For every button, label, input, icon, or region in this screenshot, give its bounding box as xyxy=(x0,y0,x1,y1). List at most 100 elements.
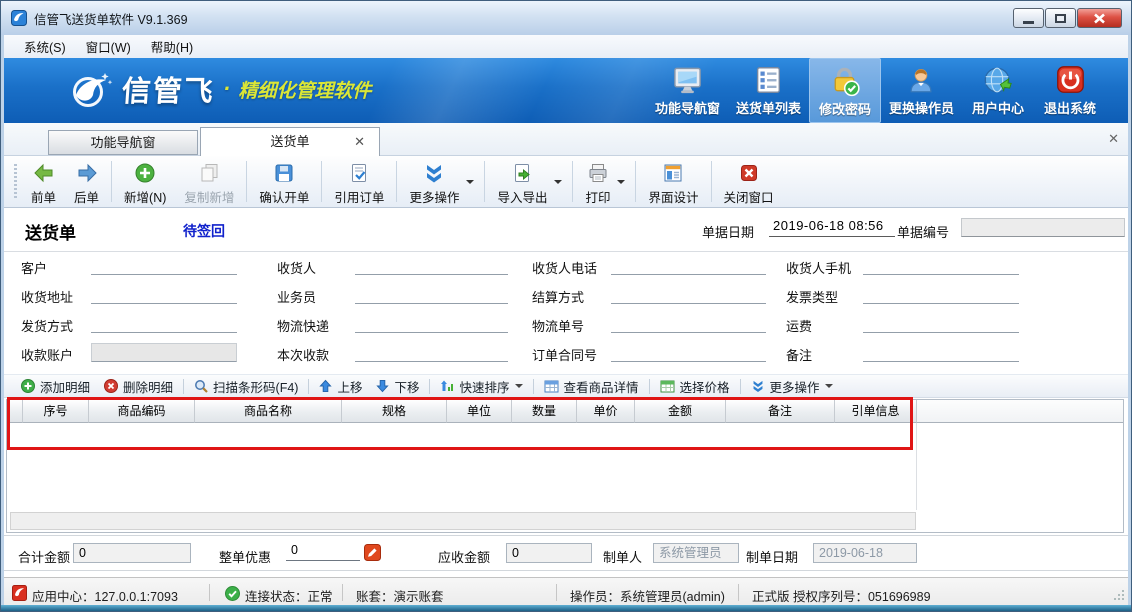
tab-label: 送货单 xyxy=(270,134,309,149)
separator xyxy=(572,161,573,202)
order-contract-field[interactable] xyxy=(611,343,766,362)
tab-label: 功能导航窗 xyxy=(90,135,155,150)
grid-header-cell[interactable]: 单位 xyxy=(447,400,512,423)
add-detail-button[interactable]: 添加明细 xyxy=(14,377,97,396)
tab-close-icon[interactable]: ✕ xyxy=(354,128,365,155)
confirm-order-button[interactable]: 确认开单 xyxy=(250,156,318,207)
grid-header-cell[interactable]: 单价 xyxy=(577,400,635,423)
detail-toolbar: 添加明细 删除明细 扫描条形码(F4) 上移 xyxy=(4,374,1128,398)
next-order-button[interactable]: 后单 xyxy=(65,156,108,207)
menu-help[interactable]: 帮助(H) xyxy=(141,34,203,59)
detail-more-actions-button[interactable]: 更多操作 xyxy=(744,377,840,396)
payment-now-field[interactable] xyxy=(355,343,508,362)
scan-barcode-button[interactable]: 扫描条形码(F4) xyxy=(187,377,305,396)
arrow-up-icon xyxy=(319,379,332,393)
minimize-icon xyxy=(1023,21,1034,24)
arrow-left-icon xyxy=(33,162,55,184)
grid-header-cell[interactable]: 数量 xyxy=(512,400,577,423)
tabbar-close-icon[interactable]: ✕ xyxy=(1108,131,1119,147)
grid-header-cell[interactable]: 商品名称 xyxy=(195,400,342,423)
customer-field[interactable] xyxy=(91,256,237,275)
receiver-mobile-field[interactable] xyxy=(863,256,1019,275)
receiver-field[interactable] xyxy=(355,256,508,275)
dropdown-caret-icon[interactable] xyxy=(466,180,474,188)
close-button[interactable] xyxy=(1077,8,1122,28)
nav-action-label: 退出系统 xyxy=(1044,98,1096,117)
field-label: 收货人手机 xyxy=(786,258,851,277)
dropdown-caret-icon[interactable] xyxy=(617,180,625,188)
minimize-button[interactable] xyxy=(1013,8,1044,28)
edit-discount-button[interactable] xyxy=(364,544,381,561)
grid-columns-right-edge xyxy=(916,423,917,510)
dropdown-caret-icon[interactable] xyxy=(554,180,562,188)
brand-logo-icon xyxy=(68,70,114,112)
nav-switch-operator-button[interactable]: 更换操作员 xyxy=(881,58,962,123)
salesman-field[interactable] xyxy=(355,285,508,304)
doc-date-label: 单据日期 xyxy=(702,222,754,241)
tab-function-window[interactable]: 功能导航窗 xyxy=(48,130,198,155)
prev-order-button[interactable]: 前单 xyxy=(22,156,65,207)
button-label: 扫描条形码(F4) xyxy=(213,377,298,396)
view-product-detail-button[interactable]: 查看商品详情 xyxy=(537,377,646,396)
grid-header-cell[interactable]: 引单信息 xyxy=(835,400,917,423)
quick-sort-button[interactable]: 快速排序 xyxy=(433,377,529,396)
brand-name: 信管飞 xyxy=(121,68,217,110)
print-button[interactable]: 打印 xyxy=(576,156,619,207)
grid-horizontal-scrollbar[interactable] xyxy=(10,512,916,530)
nav-delivery-list-button[interactable]: 送货单列表 xyxy=(728,58,809,123)
nav-change-password-button[interactable]: 修改密码 xyxy=(809,58,881,123)
toolbar-drag-handle[interactable] xyxy=(14,164,17,199)
menu-system[interactable]: 系统(S) xyxy=(14,34,76,59)
nav-exit-button[interactable]: 退出系统 xyxy=(1034,58,1106,123)
logistics-express-field[interactable] xyxy=(355,314,508,333)
grid-header-cell[interactable]: 金额 xyxy=(635,400,726,423)
nav-function-window-button[interactable]: 功能导航窗 xyxy=(647,58,728,123)
delete-detail-button[interactable]: 删除明细 xyxy=(97,377,180,396)
nav-user-center-button[interactable]: 用户中心 xyxy=(962,58,1034,123)
field-label: 物流单号 xyxy=(532,316,584,335)
grid-header-cell[interactable]: 规格 xyxy=(342,400,447,423)
receiver-phone-field[interactable] xyxy=(611,256,766,275)
remark-field[interactable] xyxy=(863,343,1019,362)
doc-date-field[interactable]: 2019-06-18 08:56 xyxy=(769,218,895,237)
table-green-icon xyxy=(660,380,675,393)
new-order-button[interactable]: 新增(N) xyxy=(115,156,175,207)
status-account-set: 账套：演示账套 xyxy=(356,586,444,605)
more-actions-button[interactable]: 更多操作 xyxy=(400,156,468,207)
grid-header-cell[interactable]: 备注 xyxy=(726,400,835,423)
separator xyxy=(183,379,184,394)
grid-header-cell[interactable]: 商品编码 xyxy=(89,400,195,423)
resize-grip[interactable] xyxy=(1113,589,1125,604)
delivery-address-field[interactable] xyxy=(91,285,237,304)
tracking-number-field[interactable] xyxy=(611,314,766,333)
printer-icon xyxy=(587,162,609,184)
ui-design-button[interactable]: 界面设计 xyxy=(639,156,707,207)
invoice-type-field[interactable] xyxy=(863,285,1019,304)
grid-indicator-cell xyxy=(7,400,23,423)
due-amount-label: 应收金额 xyxy=(438,547,490,566)
tab-delivery-order[interactable]: 送货单 ✕ xyxy=(200,127,380,156)
maximize-button[interactable] xyxy=(1045,8,1076,28)
dropdown-caret-icon xyxy=(825,384,833,392)
select-price-button[interactable]: 选择价格 xyxy=(653,377,737,396)
import-export-button[interactable]: 导入导出 xyxy=(488,156,556,207)
order-discount-field[interactable]: 0 xyxy=(286,543,360,561)
maximize-icon xyxy=(1055,14,1066,23)
move-up-button[interactable]: 上移 xyxy=(312,377,369,396)
quote-order-button[interactable]: 引用订单 xyxy=(325,156,393,207)
menu-window[interactable]: 窗口(W) xyxy=(76,34,141,59)
separator xyxy=(308,379,309,394)
settlement-method-field[interactable] xyxy=(611,285,766,304)
move-down-button[interactable]: 下移 xyxy=(369,377,426,396)
field-label: 物流快递 xyxy=(277,316,329,335)
doc-title: 送货单 xyxy=(25,219,76,244)
collection-account-field[interactable] xyxy=(91,343,237,362)
freight-field[interactable] xyxy=(863,314,1019,333)
shipping-method-field[interactable] xyxy=(91,314,237,333)
close-window-button[interactable]: 关闭窗口 xyxy=(715,156,783,207)
doc-number-field[interactable] xyxy=(961,218,1125,237)
grid-header-cell[interactable]: 序号 xyxy=(23,400,89,423)
field-label: 客户 xyxy=(21,258,47,277)
nav-action-label: 更换操作员 xyxy=(889,98,954,117)
table-blue-icon xyxy=(544,380,559,393)
